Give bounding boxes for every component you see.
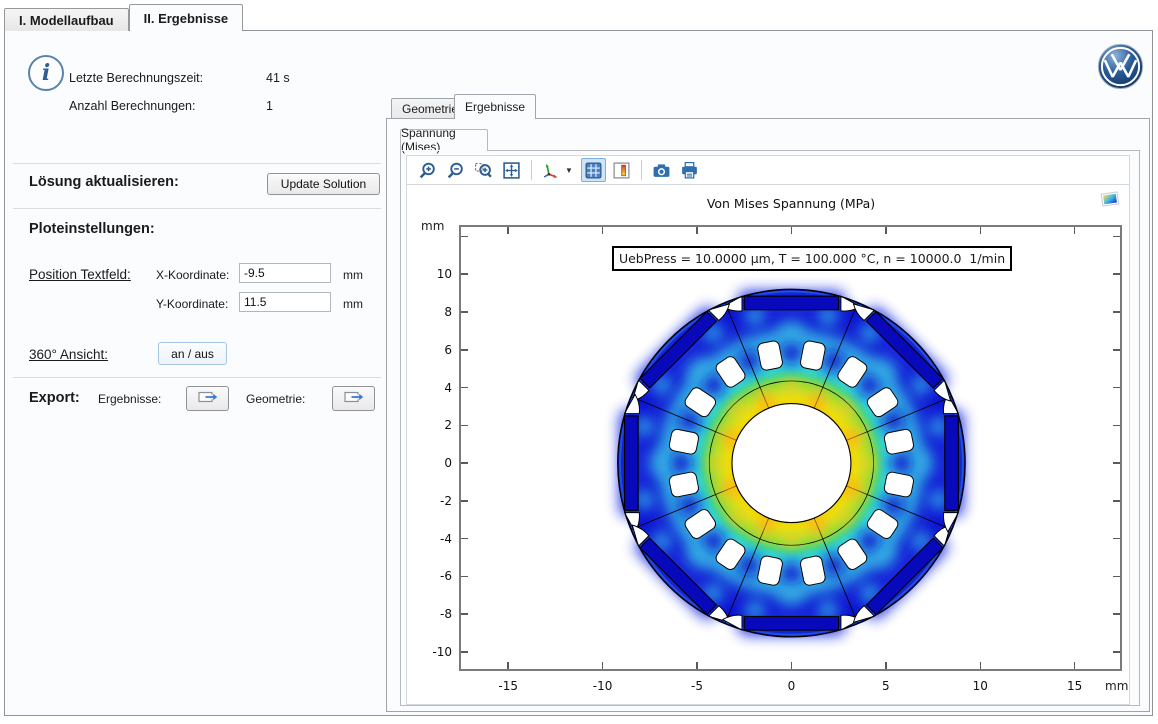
rotor-stress-plot <box>461 227 1120 669</box>
y-coordinate-input[interactable] <box>239 292 331 312</box>
camera-icon[interactable] <box>649 158 674 182</box>
export-geometry-button[interactable] <box>332 386 375 411</box>
tab-ergebnisse[interactable]: II. Ergebnisse <box>129 4 244 31</box>
plot-title: Von Mises Spannung (MPa) <box>707 196 875 211</box>
y-axis-unit-label: mm <box>421 219 444 233</box>
y-tick-label: -4 <box>440 532 452 546</box>
x-axis-unit-label: mm <box>1105 679 1128 693</box>
toolbar-separator <box>641 160 642 180</box>
tab-modellaufbau[interactable]: I. Modellaufbau <box>4 8 129 31</box>
graphics-tab-ergebnisse[interactable]: Ergebnisse <box>454 94 536 118</box>
update-solution-button[interactable]: Update Solution <box>267 173 380 195</box>
computation-count-value: 1 <box>266 99 273 113</box>
last-computation-value: 41 s <box>266 71 290 85</box>
view-orientation-icon[interactable] <box>539 158 561 182</box>
view360-toggle-button[interactable]: an / aus <box>158 342 227 365</box>
zoom-extents-icon[interactable] <box>499 158 524 182</box>
zoom-in-icon[interactable] <box>415 158 440 182</box>
y-tick-label: 2 <box>444 418 452 432</box>
last-computation-label: Letzte Berechnungszeit: <box>69 71 203 85</box>
main-panel: i Letzte Berechnungszeit: 41 s Anzahl Be… <box>4 30 1153 716</box>
y-tick-label: -6 <box>440 569 452 583</box>
x-tick-label: 0 <box>788 679 796 693</box>
computation-count-label: Anzahl Berechnungen: <box>69 99 195 113</box>
view360-label: 360° Ansicht: <box>29 347 108 362</box>
export-results-label: Ergebnisse: <box>98 392 161 406</box>
export-geometry-label: Geometrie: <box>246 392 305 406</box>
zoom-box-icon[interactable] <box>471 158 496 182</box>
x-coordinate-input[interactable] <box>239 263 331 283</box>
x-tick-label: -15 <box>498 679 518 693</box>
main-tab-bar: I. Modellaufbau II. Ergebnisse <box>4 4 243 31</box>
x-tick-label: -10 <box>593 679 613 693</box>
color-legend-icon[interactable] <box>609 158 634 182</box>
zoom-out-icon[interactable] <box>443 158 468 182</box>
export-results-button[interactable] <box>186 386 229 411</box>
y-tick-label: -2 <box>440 494 452 508</box>
y-coordinate-unit: mm <box>343 297 363 311</box>
x-tick-label: 10 <box>973 679 988 693</box>
plot-tab-spannung-mises[interactable]: Spannung (Mises) <box>400 129 488 150</box>
x-tick-label: 5 <box>882 679 890 693</box>
divider <box>13 377 381 378</box>
export-icon <box>344 390 364 407</box>
y-tick-label: -8 <box>440 607 452 621</box>
view-orientation-dropdown-icon[interactable]: ▼ <box>565 166 573 175</box>
x-tick-label: -5 <box>691 679 703 693</box>
graphics-canvas[interactable]: Von Mises Spannung (MPa) mm UebPress = 1… <box>406 184 1130 705</box>
y-tick-label: 4 <box>444 381 452 395</box>
y-tick-label: -10 <box>432 645 452 659</box>
graphics-tab-panel: Spannung (Mises) <box>386 118 1150 712</box>
x-coordinate-label: X-Koordinate: <box>156 268 229 282</box>
export-icon <box>198 390 218 407</box>
toolbar-separator <box>531 160 532 180</box>
x-tick-label: 15 <box>1067 679 1082 693</box>
update-solution-heading: Lösung aktualisieren: <box>29 174 179 190</box>
divider <box>13 163 381 164</box>
y-tick-label: 0 <box>444 456 452 470</box>
divider <box>13 208 381 209</box>
vw-logo <box>1097 43 1144 95</box>
plot-annotation: UebPress = 10.0000 µm, T = 100.000 °C, n… <box>612 246 1012 271</box>
y-tick-label: 10 <box>437 267 452 281</box>
position-textfield-label: Position Textfeld: <box>29 267 131 282</box>
y-tick-label: 8 <box>444 305 452 319</box>
plot-group-icon <box>1099 190 1121 214</box>
plot-axes-frame: UebPress = 10.0000 µm, T = 100.000 °C, n… <box>459 225 1122 671</box>
export-heading: Export: <box>29 390 80 406</box>
plot-settings-heading: Ploteinstellungen: <box>29 221 155 237</box>
y-coordinate-label: Y-Koordinate: <box>156 297 228 311</box>
graphics-toolbar: ▼ <box>406 155 1130 184</box>
application-window: I. Modellaufbau II. Ergebnisse i Letzte … <box>0 0 1158 724</box>
info-icon: i <box>28 55 64 91</box>
grid-icon[interactable] <box>581 158 606 182</box>
print-icon[interactable] <box>677 158 702 182</box>
x-coordinate-unit: mm <box>343 268 363 282</box>
plot-panel: ▼ <box>400 150 1140 706</box>
y-tick-label: 6 <box>444 343 452 357</box>
